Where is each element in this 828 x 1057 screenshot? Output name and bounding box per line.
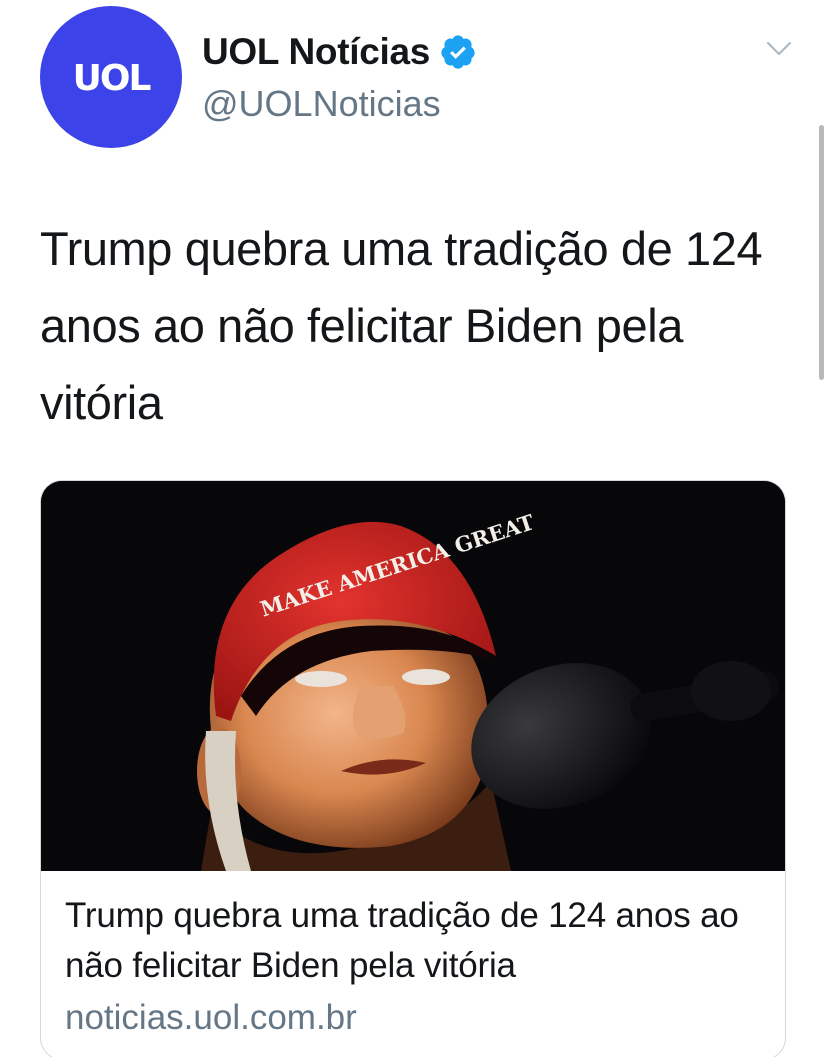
avatar[interactable]: UOL bbox=[40, 6, 182, 148]
tweet-page: UOL UOL Notícias @UOLNoticias Trump queb… bbox=[0, 0, 828, 1057]
display-name[interactable]: UOL Notícias bbox=[202, 31, 430, 73]
avatar-logo-text: UOL bbox=[72, 57, 152, 99]
scrollbar[interactable] bbox=[819, 125, 824, 380]
card-thumbnail-image[interactable]: MAKE AMERICA GREAT bbox=[41, 481, 786, 871]
card-domain[interactable]: noticias.uol.com.br bbox=[65, 993, 765, 1043]
account-name-row[interactable]: UOL Notícias bbox=[202, 28, 477, 76]
verified-badge-icon bbox=[441, 35, 475, 69]
card-title[interactable]: Trump quebra uma tradição de 124 anos ao… bbox=[65, 891, 765, 991]
chevron-down-icon[interactable] bbox=[766, 40, 792, 58]
account-handle[interactable]: @UOLNoticias bbox=[202, 82, 441, 126]
card-body[interactable]: Trump quebra uma tradição de 124 anos ao… bbox=[65, 891, 765, 1043]
link-card[interactable]: MAKE AMERICA GREAT Trump quebra uma trad… bbox=[40, 480, 786, 1057]
tweet-text: Trump quebra uma tradição de 124 anos ao… bbox=[40, 222, 763, 429]
